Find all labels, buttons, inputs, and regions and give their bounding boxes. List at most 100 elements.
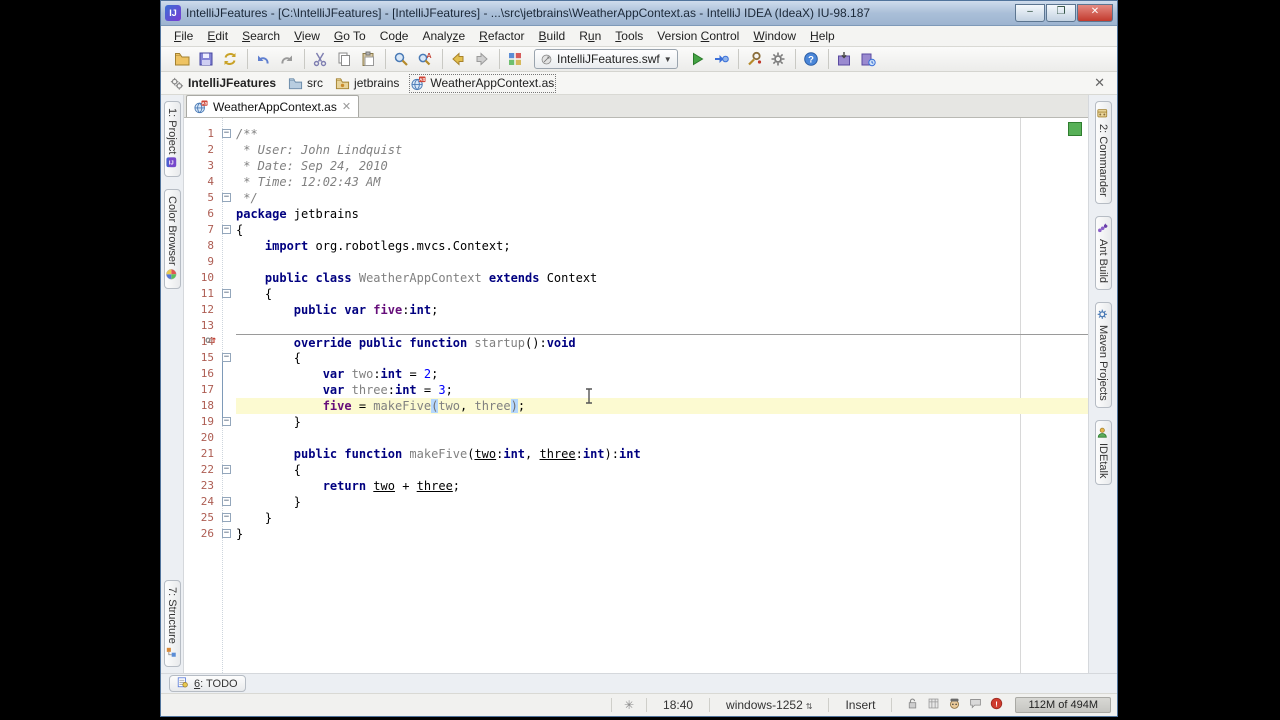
replace-button[interactable]: A <box>414 49 436 69</box>
fold-collapse-icon[interactable]: − <box>222 465 231 474</box>
cut-button[interactable] <box>309 49 331 69</box>
find-button[interactable] <box>390 49 412 69</box>
editor-tab[interactable]: AS WeatherAppContext.as ✕ <box>186 95 360 117</box>
code-line-17: 17 var three:int = 3; <box>184 382 1088 398</box>
menu-analyze[interactable]: Analyze <box>415 27 472 45</box>
overriding-method-icon[interactable]: o↑ <box>205 335 217 347</box>
run-button[interactable] <box>686 49 708 69</box>
menu-file[interactable]: File <box>167 27 200 45</box>
breadcrumb-item-src[interactable]: src <box>288 76 323 91</box>
fold-end-icon[interactable]: − <box>222 497 231 506</box>
breadcrumb-item-intellijfeatures[interactable]: IntelliJFeatures <box>169 76 276 91</box>
editor-tab-bar: AS WeatherAppContext.as ✕ <box>184 95 1088 118</box>
event-log-icon <box>970 699 982 709</box>
ide-settings-button[interactable] <box>504 49 526 69</box>
gutter-fold-cell: − <box>219 510 236 526</box>
minimize-button[interactable]: ‒ <box>1015 4 1045 22</box>
menu-view[interactable]: View <box>287 27 327 45</box>
code-line-12: 12 public var five:int; <box>184 302 1088 318</box>
code-line-7: 7−{ <box>184 222 1088 238</box>
title-bar[interactable]: IJ IntelliJFeatures - [C:\IntelliJFeatur… <box>161 1 1117 26</box>
menu-help[interactable]: Help <box>803 27 842 45</box>
back-button[interactable] <box>447 49 469 69</box>
fold-end-icon[interactable]: − <box>222 529 231 538</box>
lock-button[interactable] <box>906 697 919 713</box>
fold-end-icon[interactable]: − <box>222 193 231 202</box>
code-line-19: 19− } <box>184 414 1088 430</box>
hector-inspector-button[interactable] <box>948 697 961 713</box>
fold-collapse-icon[interactable]: − <box>222 289 231 298</box>
tool-window-button-idetalk[interactable]: IDEtalk <box>1094 419 1112 486</box>
menu-tools[interactable]: Tools <box>608 27 650 45</box>
menu-go-to[interactable]: Go To <box>327 27 373 45</box>
open-project-button[interactable] <box>171 49 193 69</box>
tab-close-icon[interactable]: ✕ <box>342 100 351 113</box>
inspect-code-icon <box>747 51 761 66</box>
as-file-icon: AS <box>194 99 208 113</box>
maximize-button[interactable]: ❐ <box>1046 4 1076 22</box>
redo-button[interactable] <box>276 49 298 69</box>
tool-window-button-1-project[interactable]: 1: Project IJ <box>163 101 181 178</box>
code-text: { <box>236 351 302 365</box>
tool-window-button-ant-build[interactable]: Ant Build <box>1094 215 1112 290</box>
navbar-close-icon[interactable]: ✕ <box>1090 75 1109 91</box>
right-tool-window-stripe: 2: Commander Ant Build Maven Projects IDEta… <box>1088 95 1117 673</box>
event-log-button[interactable] <box>969 697 982 713</box>
fold-end-icon[interactable]: − <box>222 417 231 426</box>
menu-build[interactable]: Build <box>532 27 573 45</box>
line-number: 20 <box>200 431 214 444</box>
tool-window-button-6-todo[interactable]: 6: TODO <box>169 675 246 692</box>
run-config-icon <box>541 54 552 64</box>
error-notification-button[interactable]: ! <box>990 697 1003 713</box>
menu-window[interactable]: Window <box>746 27 803 45</box>
save-history-button[interactable] <box>857 49 879 69</box>
save-all-button[interactable] <box>195 49 217 69</box>
ide-settings-icon <box>509 53 521 65</box>
file-encoding[interactable]: windows-1252 ⇅ <box>716 698 822 712</box>
code-line-18: 18 five = makeFive(two, three); <box>184 398 1088 414</box>
insert-mode-indicator[interactable]: Insert <box>835 698 885 712</box>
synchronize-button[interactable] <box>219 49 241 69</box>
breadcrumb-label: src <box>307 76 324 90</box>
memory-indicator[interactable]: 112M of 494M <box>1015 697 1111 713</box>
menu-code[interactable]: Code <box>373 27 416 45</box>
fold-collapse-icon[interactable]: − <box>222 353 231 362</box>
close-button[interactable]: ✕ <box>1077 4 1113 22</box>
tool-window-button-color-browser[interactable]: Color Browser <box>163 189 181 290</box>
help-button[interactable]: ? <box>800 49 822 69</box>
project-settings-button[interactable] <box>767 49 789 69</box>
export-settings-button[interactable] <box>833 49 855 69</box>
breadcrumb-item-weatherappcontext-as[interactable]: AS WeatherAppContext.as <box>409 73 557 93</box>
inspection-status-indicator[interactable] <box>1068 122 1082 136</box>
tool-window-button-maven-projects[interactable]: Maven Projects <box>1094 301 1112 408</box>
inspect-code-button[interactable] <box>743 49 765 69</box>
tool-window-button-2-commander[interactable]: 2: Commander <box>1094 101 1112 204</box>
redo-icon <box>281 55 292 64</box>
fold-end-icon[interactable]: − <box>222 513 231 522</box>
caret-position[interactable]: 18:40 <box>653 698 703 712</box>
editor-tab-label: WeatherAppContext.as <box>213 99 337 114</box>
code-text: override public function startup():void <box>236 334 1088 350</box>
editor[interactable]: 1−/** 2 * User: John Lindquist 3 * Date: S… <box>184 118 1088 673</box>
menu-refactor[interactable]: Refactor <box>472 27 531 45</box>
debug-button[interactable] <box>710 49 732 69</box>
menu-version-control[interactable]: Version Control <box>650 27 746 45</box>
run-configuration-select[interactable]: IntelliJFeatures.swf ▼ <box>534 49 678 69</box>
tool-window-button-7-structure[interactable]: 7: Structure <box>163 580 181 667</box>
forward-button[interactable] <box>471 49 493 69</box>
paste-button[interactable] <box>357 49 379 69</box>
line-number: 5 <box>207 191 214 204</box>
menu-search[interactable]: Search <box>235 27 287 45</box>
fold-collapse-icon[interactable]: − <box>222 225 231 234</box>
read-only-button[interactable] <box>927 697 940 713</box>
synchronize-icon <box>224 53 236 65</box>
breadcrumb-item-jetbrains[interactable]: jetbrains <box>335 76 399 91</box>
code-line-23: 23 return two + three; <box>184 478 1088 494</box>
copy-button[interactable] <box>333 49 355 69</box>
undo-button[interactable] <box>252 49 274 69</box>
menu-edit[interactable]: Edit <box>200 27 235 45</box>
menu-run[interactable]: Run <box>572 27 608 45</box>
gutter-fold-cell <box>219 254 236 270</box>
fold-collapse-icon[interactable]: − <box>222 129 231 138</box>
code-area[interactable]: 1−/** 2 * User: John Lindquist 3 * Date: S… <box>184 126 1088 542</box>
